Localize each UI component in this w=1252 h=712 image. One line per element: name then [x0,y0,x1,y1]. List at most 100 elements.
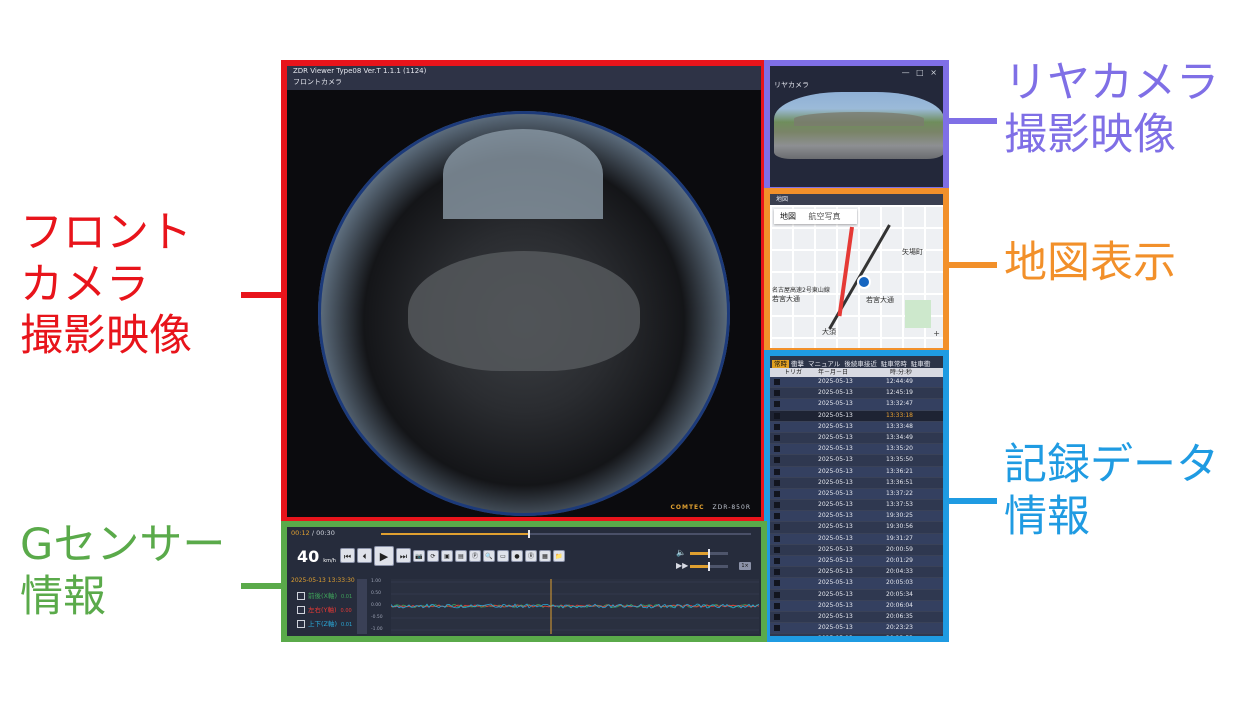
record-row[interactable]: 2025-05-13 19:30:56 [770,522,943,534]
rear-camera-video[interactable] [774,92,943,159]
tool-button[interactable]: 📷 [413,550,425,562]
y-tick: -0.50 [371,615,383,620]
seek-bar[interactable] [381,530,751,538]
record-row[interactable]: 2025-05-13 13:37:53 [770,500,943,512]
record-time: 19:30:25 [886,512,913,520]
rate-badge[interactable]: 1× [739,562,751,570]
map-panel: 地図 地図 航空写真 矢場町 名古屋高速2号東山線 若宮大通 若宮大通 大須 + [764,188,949,354]
rate-handle[interactable] [708,562,710,571]
tool-button[interactable]: ▣ [441,550,453,562]
location-pin-icon [857,275,871,289]
trigger-icon [774,423,780,430]
skip-back-button[interactable]: ⏮ [340,548,355,563]
rear-camera-panel: — □ × リヤカメラ [764,60,949,193]
tool-button[interactable]: ● [511,550,523,562]
y-tick: 1.00 [371,579,382,584]
record-row[interactable]: 2025-05-13 20:01:29 [770,556,943,568]
record-time: 20:05:34 [886,590,913,598]
record-row[interactable]: 2025-05-13 13:35:20 [770,444,943,456]
record-row[interactable]: 2025-05-13 13:33:48 [770,421,943,433]
trigger-icon [774,468,780,475]
record-row[interactable]: 2025-05-13 20:23:23 [770,623,943,635]
record-date: 2025-05-13 [818,445,853,453]
record-row[interactable]: 2025-05-13 20:05:34 [770,589,943,601]
checkbox-icon[interactable] [297,620,305,628]
skip-forward-button[interactable]: ⏭ [396,548,411,563]
front-camera-video[interactable] [318,111,730,516]
window-controls[interactable]: — □ × [902,68,939,77]
record-row[interactable]: 2025-05-13 12:45:19 [770,388,943,400]
place-label: 大須 [822,328,836,336]
record-row[interactable]: 2025-05-13 13:34:49 [770,432,943,445]
record-row[interactable]: 2025-05-13 13:36:21 [770,466,943,478]
records-header: トリガ 年－月－日 時:分:秒 [770,368,943,377]
playback-time: 00:12 / 00:30 [291,529,335,537]
volume-slider[interactable] [690,549,728,558]
record-time: 20:23:53 [886,635,913,642]
tool-button[interactable]: Ⓟ [469,550,481,562]
record-time: 13:36:21 [886,467,913,475]
trigger-icon [774,390,780,397]
record-date: 2025-05-13 [818,568,853,576]
record-row[interactable]: 2025-05-13 12:44:49 [770,377,943,389]
prev-frame-button[interactable]: ⏴ [357,548,372,563]
record-row[interactable]: 2025-05-13 13:32:47 [770,399,943,411]
play-button[interactable]: ▶ [374,546,394,566]
map-callout-line [947,262,997,268]
records-tab[interactable]: マニュアル [806,360,842,368]
volume-handle[interactable] [708,549,710,558]
record-time: 13:33:18 [886,411,913,419]
record-row[interactable]: 2025-05-13 20:00:59 [770,544,943,556]
rate-slider[interactable] [690,562,728,571]
tool-button[interactable]: ▭ [497,550,509,562]
map-canvas[interactable]: 地図 航空写真 矢場町 名古屋高速2号東山線 若宮大通 若宮大通 大須 + [770,205,943,348]
axis-y-toggle[interactable]: 左右(Y軸) 0.00 [297,604,352,614]
record-row[interactable]: 2025-05-13 13:33:18 [770,410,943,422]
col-date: 年－月－日 [818,369,849,376]
front-camera-label: フロントカメラ [293,78,342,86]
record-time: 20:04:33 [886,568,913,576]
record-row[interactable]: 2025-05-13 13:35:50 [770,455,943,467]
records-tab[interactable]: 常時 [772,360,789,368]
records-tab[interactable]: 後続車接近 [842,360,879,368]
tool-button[interactable]: 🔍 [483,550,495,562]
trigger-icon [774,379,780,385]
records-list: 2025-05-13 12:44:49 2025-05-13 12:45:19 2025… [770,377,943,636]
tab-map[interactable]: 地図 [780,212,796,221]
record-row[interactable]: 2025-05-13 20:04:33 [770,567,943,579]
tool-button[interactable]: 📁 [553,550,565,562]
axis-z-toggle[interactable]: 上下(Z軸) 0.01 [297,618,352,628]
volume-icon: 🔈 [676,548,686,557]
axis-x-toggle[interactable]: 前後(X軸) 0.01 [297,590,352,600]
record-row[interactable]: 2025-05-13 20:05:03 [770,578,943,590]
tab-aerial[interactable]: 航空写真 [809,212,841,221]
records-callout: 記録データ 情報 [1004,440,1219,543]
gsensor-scrollbar[interactable] [357,579,367,634]
video-dashboard-area [408,251,640,371]
record-row[interactable]: 2025-05-13 20:06:35 [770,611,943,624]
records-tab[interactable]: 駐車衝 [909,360,933,368]
front-camera-panel: ZDR Viewer Type08 Ver.T 1.1.1 (1124) フロン… [281,60,767,523]
gsensor-chart[interactable]: 1.00 0.50 0.00 -0.50 -1.00 [371,579,759,634]
record-date: 2025-05-13 [818,422,853,430]
tool-button[interactable]: ▤ [455,550,467,562]
records-tab[interactable]: 衝撃 [789,360,806,368]
tool-button[interactable]: Ⓡ [525,550,537,562]
record-row[interactable]: 2025-05-13 20:23:53 [770,634,943,642]
record-time: 20:05:03 [886,579,913,587]
tool-button[interactable]: ⟳ [427,550,439,562]
record-row[interactable]: 2025-05-13 19:31:27 [770,533,943,545]
records-tab[interactable]: 駐車常時 [879,360,909,368]
checkbox-icon[interactable] [297,606,305,614]
record-row[interactable]: 2025-05-13 13:36:51 [770,477,943,489]
axis-name: 左右(Y軸) [308,606,337,614]
record-row[interactable]: 2025-05-13 19:30:25 [770,511,943,523]
record-row[interactable]: 2025-05-13 20:06:04 [770,600,943,612]
speed-value: 40 [297,547,320,566]
record-date: 2025-05-13 [818,534,853,542]
seek-handle[interactable] [528,530,530,538]
checkbox-icon[interactable] [297,592,305,600]
tool-button[interactable]: ▦ [539,550,551,562]
zoom-in-button[interactable]: + [933,329,940,338]
record-row[interactable]: 2025-05-13 13:37:22 [770,488,943,501]
